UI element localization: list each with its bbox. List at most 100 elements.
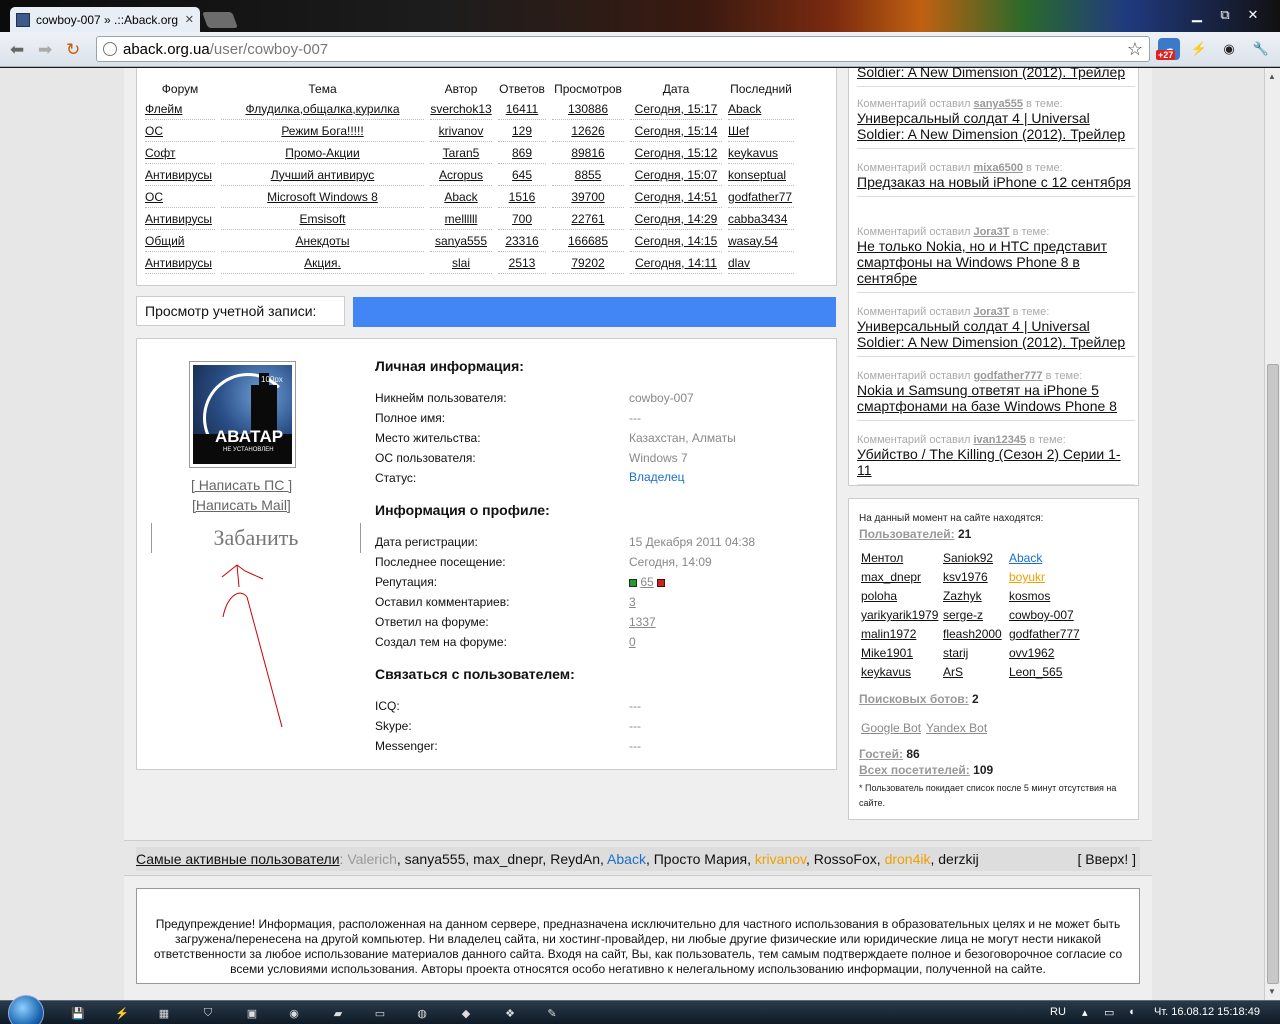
online-user-link[interactable]: Saniok92 (943, 551, 993, 565)
comment-author-link[interactable]: mixa6500 (973, 162, 1023, 174)
chrome-app-icon[interactable]: ◉ (282, 1004, 306, 1022)
minimize-icon[interactable]: ▁ (1184, 6, 1210, 24)
forum-cell-link[interactable]: 869 (512, 146, 532, 160)
address-bar[interactable]: aback.org.ua/user/cowboy-007 ☆ (96, 36, 1150, 62)
bot-google[interactable]: Google Bot (861, 721, 921, 735)
comments-value[interactable]: 3 (629, 595, 636, 609)
online-user-link[interactable]: keykavus (861, 665, 911, 679)
total-label[interactable]: Всех посетителей: (859, 763, 970, 777)
app-paint-icon[interactable]: ✎ (540, 1004, 564, 1022)
forum-cell-link[interactable]: 12626 (571, 124, 604, 138)
online-user-link[interactable]: cowboy-007 (1009, 608, 1074, 622)
to-top-link[interactable]: [ Вверх! ] (1078, 851, 1136, 867)
forum-cell-link[interactable]: Флейм (145, 102, 182, 116)
forum-cell-link[interactable]: Microsoft Windows 8 (267, 190, 378, 204)
online-user-link[interactable]: Ментол (861, 551, 903, 565)
bolt-extension-icon[interactable]: ⚡ (1188, 38, 1210, 60)
forum-cell-link[interactable]: Шеf (728, 124, 749, 138)
browser-tab[interactable]: cowboy-007 » .::Aback.org ✕ (10, 7, 200, 32)
volume-icon[interactable]: ◖ (1128, 1006, 1135, 1018)
app-bolt-icon[interactable]: ⚡ (110, 1004, 134, 1022)
forum-cell-link[interactable]: Сегодня, 14:51 (635, 190, 718, 204)
forum-cell-link[interactable]: ОС (145, 190, 163, 204)
tray-arrow-icon[interactable]: ▴ (1082, 1006, 1088, 1019)
forum-cell-link[interactable]: Промо-Акции (285, 146, 359, 160)
online-user-link[interactable]: kosmos (1009, 589, 1050, 603)
forum-cell-link[interactable]: Сегодня, 15:07 (635, 168, 718, 182)
back-arrow-icon[interactable]: ⬅ (10, 40, 24, 60)
users-label[interactable]: Пользователей: (859, 527, 955, 541)
comment-topic-link[interactable]: Nokia и Samsung ответят на iPhone 5 смар… (857, 382, 1135, 414)
comment-topic-link[interactable]: Убийство / The Killing (Сезон 2) Серии 1… (857, 446, 1135, 478)
forum-cell-link[interactable]: Сегодня, 14:11 (635, 256, 717, 270)
forum-cell-link[interactable]: Сегодня, 15:14 (635, 124, 718, 138)
online-user-link[interactable]: Mike1901 (861, 646, 913, 660)
forum-cell-link[interactable]: wasay.54 (728, 234, 778, 248)
wrench-menu-icon[interactable]: 🔧 (1250, 38, 1272, 60)
comment-topic-link[interactable]: Универсальный солдат 4 | Universal Soldi… (857, 110, 1135, 142)
dropbox-app-icon[interactable]: ❖ (498, 1004, 522, 1022)
comment-topic-link[interactable]: Не только Nokia, но и HTC представит сма… (857, 238, 1135, 286)
comment-author-link[interactable]: sanya555 (973, 98, 1023, 110)
app-globe-icon[interactable]: ◍ (410, 1004, 434, 1022)
active-user-link[interactable]: RossoFox (814, 851, 877, 867)
active-user-link[interactable]: ReydAn (550, 851, 600, 867)
online-user-link[interactable]: serge-z (943, 608, 983, 622)
reputation-number[interactable]: 65 (640, 575, 653, 589)
comment-author-link[interactable]: Jora3T (973, 306, 1009, 318)
app-monitor-icon[interactable]: ▭ (368, 1004, 392, 1022)
forum-cell-link[interactable]: Анекдоты (295, 234, 349, 248)
active-user-link[interactable]: Valerich (347, 851, 397, 867)
page-info-icon[interactable] (103, 42, 117, 56)
active-users-label[interactable]: Самые активные пользователи (136, 851, 340, 867)
online-user-link[interactable]: Zazhyk (943, 589, 982, 603)
online-user-link[interactable]: Aback (1009, 551, 1042, 565)
forum-cell-link[interactable]: Сегодня, 14:29 (635, 212, 718, 226)
online-user-link[interactable]: starij (943, 646, 968, 660)
forum-cell-link[interactable]: 16411 (506, 102, 538, 116)
start-button-icon[interactable] (8, 995, 44, 1024)
online-user-link[interactable]: boyukr (1009, 570, 1045, 584)
forum-cell-link[interactable]: 23316 (505, 234, 538, 248)
online-user-link[interactable]: yarikyarik1979 (861, 608, 938, 622)
replies-value[interactable]: 1337 (629, 615, 656, 629)
save-app-icon[interactable]: 💾 (66, 1004, 90, 1022)
forum-cell-link[interactable]: 130886 (568, 102, 608, 116)
forum-cell-link[interactable]: ОС (145, 124, 163, 138)
ban-button[interactable]: Забанить (151, 523, 361, 553)
scroll-down-icon[interactable]: ▼ (1268, 987, 1276, 996)
forum-cell-link[interactable]: Aback (444, 190, 477, 204)
active-user-link[interactable]: max_dnepr (473, 851, 542, 867)
online-user-link[interactable]: max_dnepr (861, 570, 921, 584)
active-user-link[interactable]: krivanov (755, 851, 806, 867)
bots-label[interactable]: Поисковых ботов: (859, 692, 969, 706)
forum-cell-link[interactable]: Общий (145, 234, 185, 248)
tab-close-icon[interactable]: ✕ (185, 13, 194, 26)
forum-cell-link[interactable]: Taran5 (443, 146, 480, 160)
forum-cell-link[interactable]: 79202 (571, 256, 604, 270)
guests-label[interactable]: Гостей: (859, 747, 903, 761)
forum-cell-link[interactable]: Антивирусы (145, 256, 212, 270)
active-user-link[interactable]: Aback (607, 851, 646, 867)
comment-author-link[interactable]: godfather777 (973, 370, 1042, 382)
comment-topic-link[interactable]: Универсальный солдат 4 | Universal Soldi… (857, 318, 1135, 350)
new-tab-button[interactable] (202, 12, 238, 28)
app-folder-icon[interactable]: ▰ (326, 1004, 350, 1022)
forward-arrow-icon[interactable]: ➡ (38, 40, 52, 60)
online-user-link[interactable]: ovv1962 (1009, 646, 1054, 660)
write-pm-link[interactable]: [ Написать ПС ] (191, 477, 292, 493)
forum-cell-link[interactable]: 1516 (509, 190, 536, 204)
app-zip-icon[interactable]: ▦ (152, 1004, 176, 1022)
online-user-link[interactable]: ArS (943, 665, 963, 679)
forum-cell-link[interactable]: 39700 (571, 190, 604, 204)
comment-topic-link[interactable]: Soldier: A New Dimension (2012). Трейлер (857, 68, 1135, 80)
active-user-link[interactable]: Просто Мария (654, 851, 747, 867)
forum-cell-link[interactable]: 89816 (571, 146, 604, 160)
active-user-link[interactable]: sanya555 (405, 851, 466, 867)
online-user-link[interactable]: fleash2000 (943, 627, 1002, 641)
comment-author-link[interactable]: ivan12345 (973, 434, 1026, 446)
active-user-link[interactable]: dron4ik (885, 851, 931, 867)
forum-cell-link[interactable]: 700 (512, 212, 532, 226)
forum-cell-link[interactable]: Сегодня, 14:15 (635, 234, 718, 248)
forum-cell-link[interactable]: 2513 (509, 256, 536, 270)
